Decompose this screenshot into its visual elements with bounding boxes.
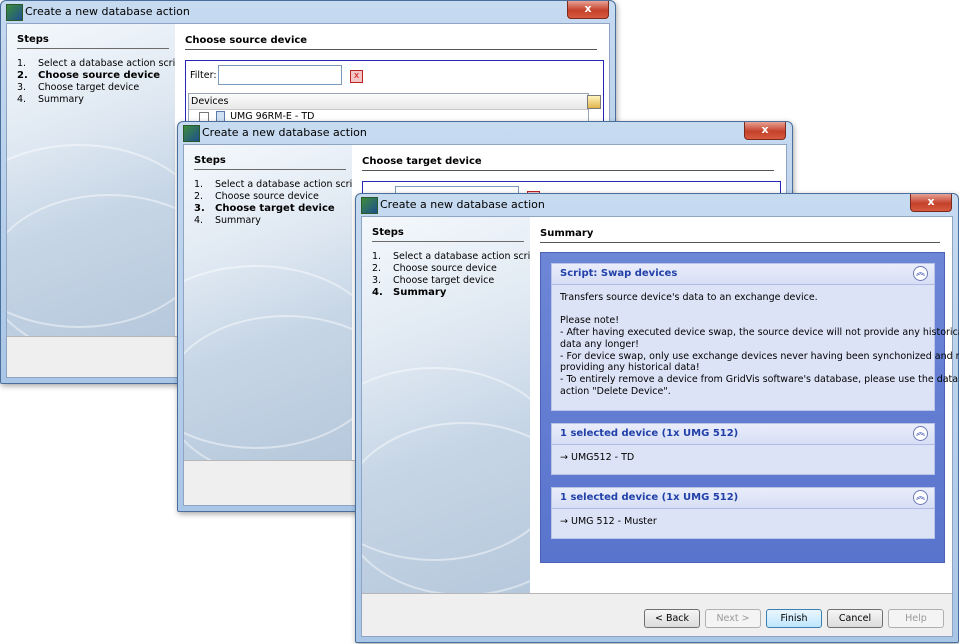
steps-divider xyxy=(17,48,169,49)
decorative-wave xyxy=(7,194,175,336)
steps-title: Steps xyxy=(17,34,49,45)
step-item: 3. Choose target device xyxy=(17,82,140,93)
back-button[interactable]: < Back xyxy=(644,609,700,628)
decorative-wave xyxy=(362,422,530,593)
step-item: 4. Summary xyxy=(17,94,84,105)
steps-title: Steps xyxy=(372,227,404,238)
close-icon: x xyxy=(761,123,769,136)
content-divider xyxy=(362,170,774,171)
devices-header[interactable]: Devices xyxy=(189,94,588,110)
clear-filter-icon[interactable]: x xyxy=(350,70,363,83)
step-item: 2. Choose source device xyxy=(194,191,319,202)
close-icon: x xyxy=(927,195,935,208)
gridvis-app-icon xyxy=(6,4,23,21)
step-item-current: 3. Choose target device xyxy=(194,203,335,214)
collapse-icon[interactable]: ︽ xyxy=(913,426,928,441)
arrow-icon: → xyxy=(560,452,568,463)
step-item-current: 4. Summary xyxy=(372,287,447,298)
next-button[interactable]: Next > xyxy=(705,609,761,628)
title-bar[interactable]: Create a new database action x xyxy=(356,194,958,216)
gridvis-app-icon xyxy=(361,197,378,214)
steps-title: Steps xyxy=(194,155,226,166)
script-title: Script: Swap devices xyxy=(560,268,678,279)
steps-list: 1. Select a database action script 2. Choo… xyxy=(194,179,352,227)
source-device-panel: 1 selected device (1x UMG 512) ︽ → UMG51… xyxy=(551,423,935,475)
steps-list: 1. Select a database action script 2. Choo… xyxy=(372,251,530,299)
title-bar[interactable]: Create a new database action x xyxy=(178,122,792,144)
step-item: 4. Summary xyxy=(194,215,261,226)
steps-divider xyxy=(372,241,524,242)
steps-panel: Steps 1. Select a database action script … xyxy=(184,145,352,460)
source-device-title: 1 selected device (1x UMG 512) xyxy=(560,428,739,439)
collapse-icon[interactable]: ︽ xyxy=(913,266,928,281)
dialog-client: Steps 1. Select a database action script … xyxy=(361,216,959,637)
target-device-panel-header[interactable]: 1 selected device (1x UMG 512) ︽ xyxy=(552,488,934,509)
close-button[interactable]: x xyxy=(567,1,609,19)
steps-panel: Steps 1. Select a database action script … xyxy=(362,217,530,593)
arrow-icon: → xyxy=(560,516,568,527)
summary-container: Script: Swap devices ︽ Transfers source … xyxy=(540,252,959,563)
steps-divider xyxy=(194,169,346,170)
content-panel: Summary Script: Swap devices ︽ Transfers… xyxy=(530,217,959,593)
script-panel: Script: Swap devices ︽ Transfers source … xyxy=(551,263,959,411)
window-title: Create a new database action xyxy=(202,126,367,139)
gridvis-app-icon xyxy=(183,125,200,142)
button-bar: < Back Next > Finish Cancel Help xyxy=(362,593,952,636)
target-device-list: → UMG 512 - Muster xyxy=(560,516,926,528)
filter-input[interactable] xyxy=(218,65,342,85)
step-item: 2. Choose source device xyxy=(372,263,497,274)
title-bar[interactable]: Create a new database action x xyxy=(1,1,615,23)
step-item: 1. Select a database action script xyxy=(372,251,530,262)
decorative-wave xyxy=(184,315,352,460)
content-title: Choose source device xyxy=(185,35,308,46)
steps-panel: Steps 1. Select a database action script … xyxy=(7,24,175,336)
close-button[interactable]: x xyxy=(744,122,786,140)
content-divider xyxy=(185,49,597,50)
script-description: Transfers source device's data to an exc… xyxy=(560,292,959,397)
step-item: 1. Select a database action script xyxy=(194,179,352,190)
steps-list: 1. Select a database action script 2. Choo… xyxy=(17,58,175,106)
source-device-name: UMG512 - TD xyxy=(571,452,635,463)
collapse-icon[interactable]: ︽ xyxy=(913,490,928,505)
content-divider xyxy=(540,242,940,243)
source-device-list: → UMG512 - TD xyxy=(560,452,926,464)
step-item: 1. Select a database action script xyxy=(17,58,175,69)
close-button[interactable]: x xyxy=(910,194,952,212)
help-button[interactable]: Help xyxy=(888,609,944,628)
window-title: Create a new database action xyxy=(25,5,190,18)
content-title: Summary xyxy=(540,228,594,239)
target-device-panel: 1 selected device (1x UMG 512) ︽ → UMG 5… xyxy=(551,487,935,539)
source-device-panel-header[interactable]: 1 selected device (1x UMG 512) ︽ xyxy=(552,424,934,445)
target-device-title: 1 selected device (1x UMG 512) xyxy=(560,492,739,503)
cancel-button[interactable]: Cancel xyxy=(827,609,883,628)
step-item-current: 2. Choose source device xyxy=(17,70,161,81)
filter-label: Filter: xyxy=(190,70,217,81)
close-icon: x xyxy=(584,2,592,15)
checkbox-icon[interactable] xyxy=(199,111,209,122)
script-panel-header[interactable]: Script: Swap devices ︽ xyxy=(552,264,934,285)
finish-button[interactable]: Finish xyxy=(766,609,822,628)
dialog-window-3: Create a new database action x Steps 1. S… xyxy=(355,193,959,643)
target-device-name: UMG 512 - Muster xyxy=(571,516,657,527)
column-chooser-icon[interactable] xyxy=(587,95,601,109)
window-title: Create a new database action xyxy=(380,198,545,211)
content-title: Choose target device xyxy=(362,156,482,167)
step-item: 3. Choose target device xyxy=(372,275,495,286)
